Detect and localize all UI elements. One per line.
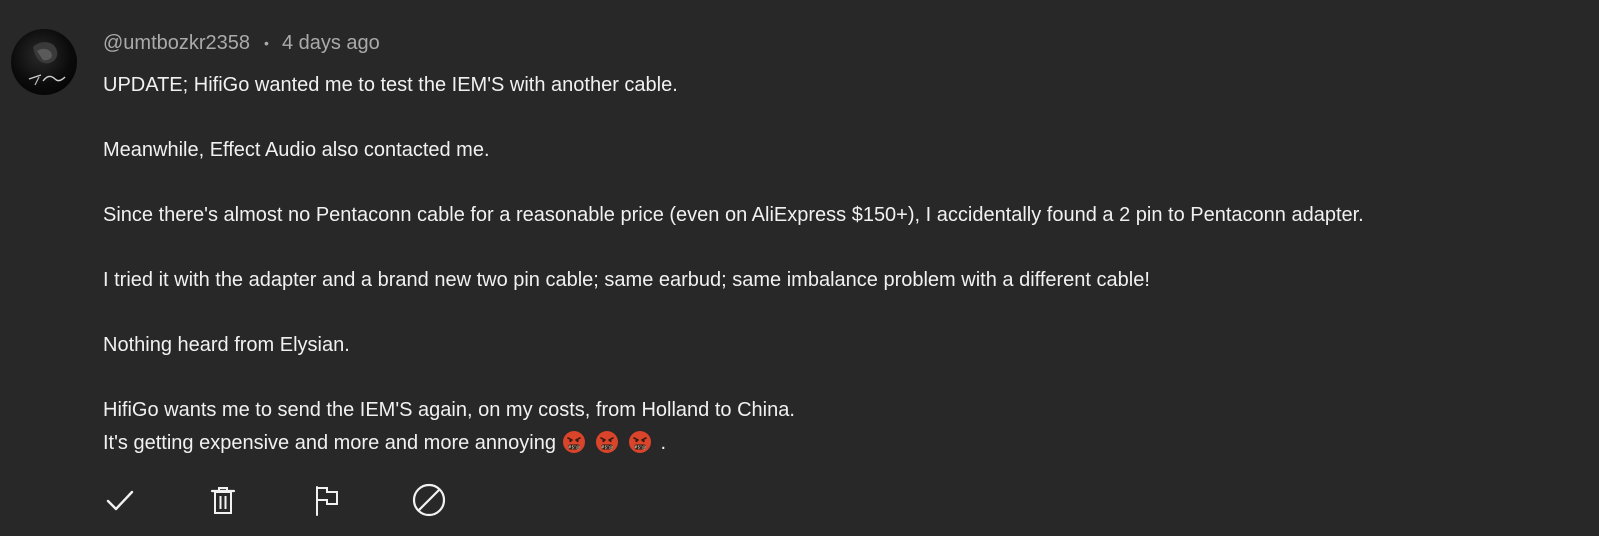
approve-button[interactable]: [100, 480, 140, 520]
svg-text:#$!@: #$!@: [601, 444, 613, 449]
delete-button[interactable]: [203, 480, 243, 520]
comment-line: HifiGo wants me to send the IEM'S again,…: [103, 399, 795, 421]
block-icon: [412, 483, 446, 517]
comment-header: @umtbozkr2358 • 4 days ago: [103, 30, 380, 56]
avatar[interactable]: [11, 29, 77, 95]
comment-line: Meanwhile, Effect Audio also contacted m…: [103, 139, 490, 161]
trash-icon: [210, 487, 236, 514]
report-button[interactable]: [306, 480, 346, 520]
comment-line: Nothing heard from Elysian.: [103, 334, 350, 356]
svg-text:#$!@: #$!@: [568, 444, 580, 449]
svg-text:#$!@: #$!@: [634, 444, 646, 449]
comment-line: UPDATE; HifiGo wanted me to test the IEM…: [103, 74, 678, 96]
angry-face-icon: #$!@: [628, 430, 652, 454]
timestamp[interactable]: 4 days ago: [282, 32, 380, 55]
comment-thread: @umtbozkr2358 • 4 days ago UPDATE; HifiG…: [0, 0, 1599, 536]
comment-line: I tried it with the adapter and a brand …: [103, 269, 1150, 291]
moderation-actions: [100, 480, 512, 520]
comment-body: UPDATE; HifiGo wanted me to test the IEM…: [103, 69, 1573, 459]
flag-icon: [316, 486, 338, 516]
angry-face-icon: #$!@: [595, 430, 619, 454]
angry-face-icon: #$!@: [562, 430, 586, 454]
author-name[interactable]: @umtbozkr2358: [103, 32, 250, 55]
separator-dot: •: [264, 35, 269, 51]
comment-line-end: .: [660, 431, 667, 454]
comment-line: Since there's almost no Pentaconn cable …: [103, 204, 1364, 226]
checkmark-icon: [106, 490, 134, 511]
avatar-image: [28, 42, 66, 86]
comment-line-last: It's getting expensive and more and more…: [103, 427, 1573, 460]
block-button[interactable]: [409, 480, 449, 520]
comment-line-text: It's getting expensive and more and more…: [103, 431, 562, 454]
